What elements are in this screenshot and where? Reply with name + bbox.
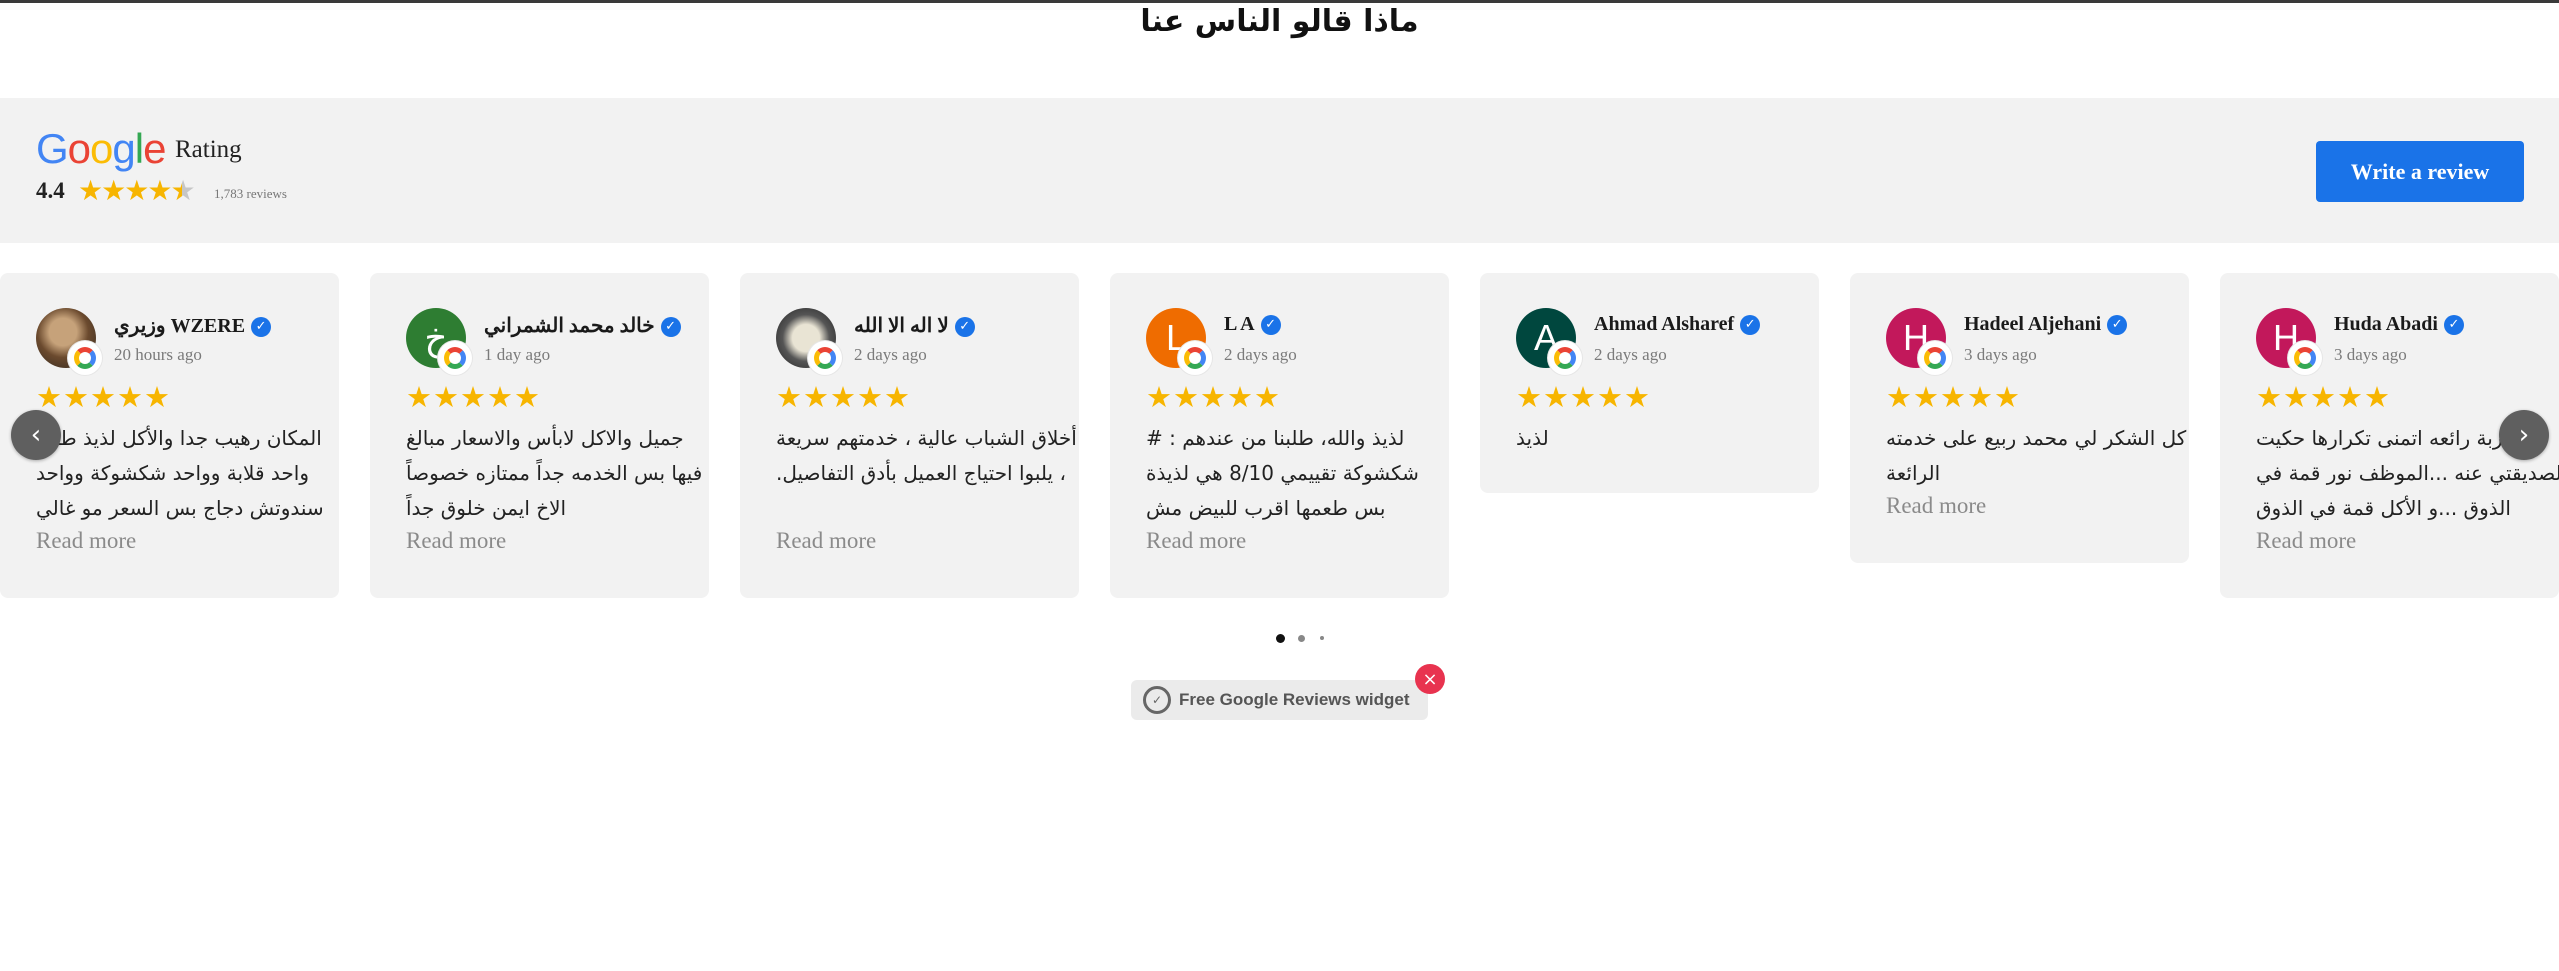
carousel-next-button[interactable]: › xyxy=(2499,410,2549,460)
read-more-link[interactable]: Read more xyxy=(2256,528,2356,554)
google-icon xyxy=(1918,341,1952,375)
verified-icon: ✓ xyxy=(2107,315,2128,335)
review-stars: ★★★★★ xyxy=(1146,380,1281,414)
read-more-link[interactable]: Read more xyxy=(36,528,136,554)
reviewer-name-text: Ahmad Alsharef xyxy=(1594,313,1735,335)
google-logo-letter: o xyxy=(67,125,91,172)
review-card: خ خالد محمد الشمراني ✓ 1 day ago ★★★★★ جم… xyxy=(370,273,709,598)
pagination-dot[interactable] xyxy=(1320,636,1324,640)
google-logo-letter: g xyxy=(112,125,135,172)
section-title: ماذا قالو الناس عنا xyxy=(1140,4,1419,39)
chevron-left-icon: ‹ xyxy=(30,420,42,450)
pagination-dot[interactable] xyxy=(1298,634,1305,642)
google-logo-letter: G xyxy=(36,125,69,172)
review-stars: ★★★★★ xyxy=(1516,380,1651,414)
top-border xyxy=(0,0,2559,3)
widget-label: Free Google Reviews widget xyxy=(1179,690,1410,709)
reviewer-name[interactable]: وزيري WZERE ✓ xyxy=(114,313,272,338)
star-icon: ★ xyxy=(170,176,195,207)
reviewer-name[interactable]: لا اله الا الله ✓ xyxy=(854,313,975,338)
google-icon xyxy=(2288,341,2322,375)
verified-icon: ✓ xyxy=(660,317,681,337)
reviewer-name-text: لا اله الا الله xyxy=(854,315,949,337)
reviewer-name-text: Hadeel Aljehani xyxy=(1964,313,2102,335)
reviewer-name[interactable]: L A ✓ xyxy=(1224,313,1281,336)
reviewer-name[interactable]: Hadeel Aljehani ✓ xyxy=(1964,313,2128,336)
read-more-link[interactable]: Read more xyxy=(1886,493,1986,519)
read-more-link[interactable]: Read more xyxy=(776,528,876,554)
google-logo: Google xyxy=(36,125,166,172)
review-text: لذيذ xyxy=(1516,426,1549,450)
rating-summary-bar xyxy=(0,98,2559,243)
carousel-pagination xyxy=(1272,631,1332,645)
carousel-prev-button[interactable]: ‹ xyxy=(11,410,61,460)
reviewer-name-text: Huda Abadi xyxy=(2334,313,2438,335)
review-time: 2 days ago xyxy=(1224,345,1297,364)
chevron-right-icon: › xyxy=(2518,420,2530,450)
star-icon: ★ xyxy=(78,176,103,207)
close-icon[interactable]: × xyxy=(1415,664,1445,694)
verified-icon: ✓ xyxy=(1260,315,1281,335)
reviewer-name[interactable]: Huda Abadi ✓ xyxy=(2334,313,2464,336)
google-icon xyxy=(808,341,842,375)
review-stars: ★★★★★ xyxy=(36,380,171,414)
review-time: 3 days ago xyxy=(2334,345,2407,364)
read-more-link[interactable]: Read more xyxy=(406,528,506,554)
pagination-dot[interactable] xyxy=(1276,633,1285,643)
review-stars: ★★★★★ xyxy=(776,380,911,414)
reviewer-name-text: خالد محمد الشمراني xyxy=(484,315,655,337)
google-icon xyxy=(1548,341,1582,375)
reviewer-name[interactable]: Ahmad Alsharef ✓ xyxy=(1594,313,1761,336)
review-text: لذيذ والله، طلبنا من عندهم : # شكشوكة تق… xyxy=(1146,426,1419,520)
rating-value: 4.4 xyxy=(36,178,65,203)
star-icon: ★ xyxy=(147,176,172,207)
widget-logo-icon: ✓ xyxy=(1143,686,1171,714)
star-icon: ★ xyxy=(124,176,149,207)
read-more-link[interactable]: Read more xyxy=(1146,528,1246,554)
write-review-button[interactable]: Write a review xyxy=(2316,141,2524,202)
review-card: A Ahmad Alsharef ✓ 2 days ago ★★★★★ لذيذ xyxy=(1480,273,1819,493)
star-icon: ★ xyxy=(101,176,126,207)
review-time: 20 hours ago xyxy=(114,345,202,364)
verified-icon: ✓ xyxy=(251,317,272,337)
google-logo-letter: e xyxy=(143,125,166,172)
rating-stars: ★★★★★ xyxy=(78,174,196,208)
google-logo-letter: o xyxy=(90,125,113,172)
reviewer-name[interactable]: خالد محمد الشمراني ✓ xyxy=(484,313,681,338)
review-text: المكان رهيب جدا والأكل لذيذ طلبنا واحد ق… xyxy=(36,426,324,520)
google-icon xyxy=(1178,341,1212,375)
review-stars: ★★★★★ xyxy=(2256,380,2391,414)
review-stars: ★★★★★ xyxy=(1886,380,2021,414)
google-logo-letter: l xyxy=(134,125,144,172)
google-icon xyxy=(438,341,472,375)
review-stars: ★★★★★ xyxy=(406,380,541,414)
review-time: 1 day ago xyxy=(484,345,551,364)
verified-icon: ✓ xyxy=(1740,315,1761,335)
review-card: L L A ✓ 2 days ago ★★★★★ لذيذ والله، طلبن… xyxy=(1110,273,1449,598)
verified-icon: ✓ xyxy=(954,317,975,337)
review-count: 1,783 reviews xyxy=(214,186,287,201)
google-icon xyxy=(68,341,102,375)
review-time: 2 days ago xyxy=(1594,345,1667,364)
reviews-widget-badge[interactable]: ✓ Free Google Reviews widget xyxy=(1131,680,1428,720)
review-text: كل الشكر لي محمد ربيع على خدمته الرائعة xyxy=(1886,426,2187,485)
verified-icon: ✓ xyxy=(2443,315,2464,335)
review-text: أخلاق الشباب عالية ، خدمتهم سريعة ، يلبو… xyxy=(776,426,1077,485)
reviewer-name-text: وزيري WZERE xyxy=(114,315,246,337)
review-card: لا اله الا الله ✓ 2 days ago ★★★★★ أخلاق … xyxy=(740,273,1079,598)
review-time: 3 days ago xyxy=(1964,345,2037,364)
review-card: H Hadeel Aljehani ✓ 3 days ago ★★★★★ كل ا… xyxy=(1850,273,2189,563)
review-time: 2 days ago xyxy=(854,345,927,364)
reviewer-name-text: L A xyxy=(1224,313,1255,335)
review-text: جميل والاكل لابأس والاسعار مبالغ فيها بس… xyxy=(406,426,703,520)
rating-label: Rating xyxy=(175,136,242,163)
